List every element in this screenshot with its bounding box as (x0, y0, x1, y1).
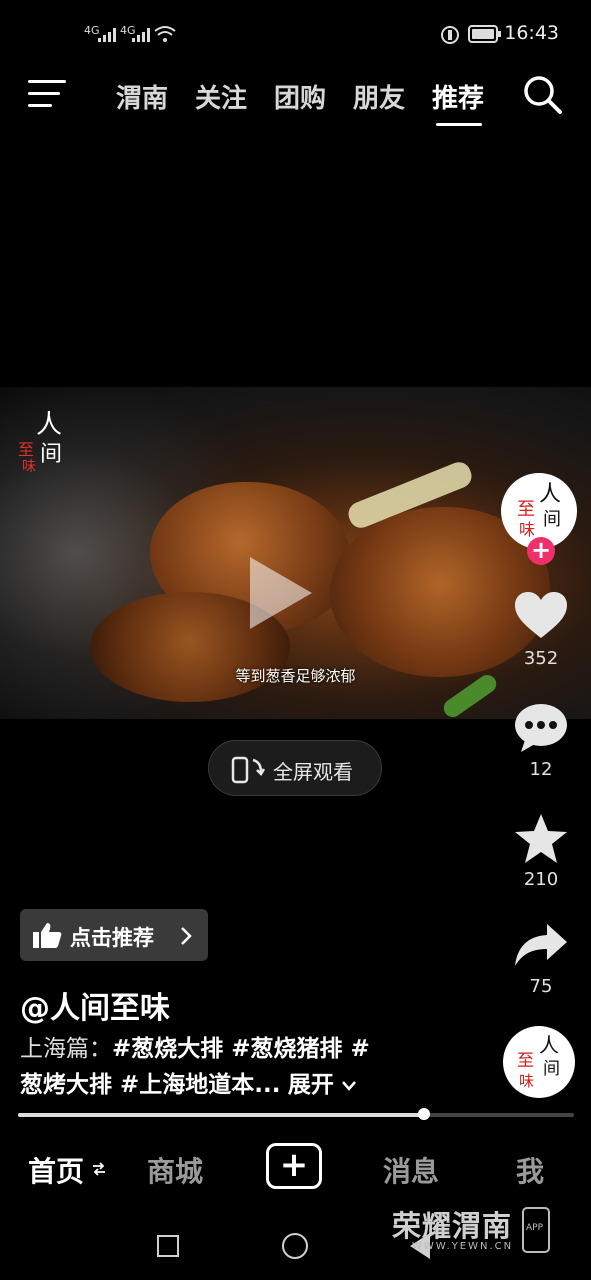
tab-recommend[interactable]: 推荐 (432, 78, 484, 115)
video-progress-handle[interactable] (418, 1108, 430, 1120)
app-label: APP (526, 1223, 544, 1233)
phone-app-icon: APP (522, 1207, 550, 1253)
battery-icon (468, 25, 501, 43)
svg-text:间: 间 (543, 1059, 560, 1079)
recent-apps-button[interactable] (157, 1235, 179, 1257)
home-button[interactable] (282, 1233, 308, 1259)
brand-url: WWW.YEWN.CN (412, 1241, 514, 1252)
follow-plus-button[interactable]: + (527, 537, 555, 565)
music-disc-avatar[interactable]: 人 间 至 味 (503, 1026, 575, 1098)
svg-text:人: 人 (36, 410, 62, 440)
author-name[interactable]: @人间至味 (20, 983, 170, 1027)
clock: 16:43 (504, 22, 559, 44)
svg-text:味: 味 (22, 459, 36, 473)
switch-feed-icon[interactable] (91, 1161, 107, 1177)
status-bar: 4G 4G 16:43 (0, 0, 591, 60)
description-line-1: 上海篇：#葱烧大排 #葱烧猪排 # (20, 1030, 460, 1068)
video-progress-bar[interactable] (18, 1108, 574, 1120)
recommend-button[interactable]: 点击推荐 (20, 909, 208, 961)
video-progress-fill (18, 1113, 424, 1117)
description-prefix: 上海篇： (20, 1036, 112, 1062)
hashtag-line-2[interactable]: 葱烤大排 #上海地道本... (20, 1072, 281, 1098)
signal-bars-2-icon (132, 28, 150, 42)
favorite-star-icon[interactable] (513, 812, 569, 870)
share-arrow-icon[interactable] (513, 922, 569, 972)
recommend-label: 点击推荐 (70, 926, 154, 950)
tab-follow[interactable]: 关注 (195, 78, 247, 115)
brand-watermark: 荣耀渭南 (392, 1209, 513, 1243)
thumbs-up-icon (33, 923, 62, 948)
svg-text:人: 人 (539, 482, 561, 507)
play-icon[interactable] (250, 557, 312, 629)
svg-text:间: 间 (40, 442, 62, 467)
comment-count: 12 (529, 759, 553, 780)
tab-me[interactable]: 我 (516, 1150, 544, 1190)
tab-friends[interactable]: 朋友 (353, 78, 405, 115)
tab-home[interactable]: 首页 (28, 1150, 84, 1190)
share-count: 75 (529, 976, 553, 997)
comment-icon[interactable] (513, 702, 569, 758)
menu-icon[interactable] (28, 80, 68, 112)
rotate-screen-icon (231, 756, 265, 784)
tab-weinan[interactable]: 渭南 (116, 78, 168, 115)
expand-button[interactable]: 展开 (288, 1072, 334, 1098)
chevron-down-icon (342, 1080, 357, 1091)
fullscreen-button[interactable]: 全屏观看 (208, 740, 382, 796)
svg-text:味: 味 (519, 1072, 534, 1090)
create-post-button[interactable]: + (266, 1143, 322, 1189)
favorite-count: 210 (523, 869, 559, 890)
tab-messages[interactable]: 消息 (383, 1150, 439, 1190)
tab-group-buy[interactable]: 团购 (274, 78, 326, 115)
svg-text:至: 至 (517, 499, 535, 520)
svg-text:间: 间 (543, 509, 561, 530)
fullscreen-label: 全屏观看 (273, 760, 353, 784)
chevron-right-icon (181, 927, 192, 945)
svg-text:人: 人 (539, 1033, 559, 1057)
active-tab-indicator (436, 123, 482, 126)
wifi-icon (154, 26, 176, 42)
add-plus-label: + (279, 1145, 309, 1185)
svg-text:至: 至 (517, 1051, 534, 1071)
nfc-icon (441, 26, 459, 44)
hashtag-line-1[interactable]: #葱烧大排 #葱烧猪排 # (112, 1036, 370, 1062)
like-heart-icon[interactable] (513, 590, 569, 646)
like-count: 352 (523, 648, 559, 669)
tab-mall[interactable]: 商城 (147, 1150, 203, 1190)
signal-bars-icon (98, 28, 116, 42)
description-line-2: 葱烤大排 #上海地道本... 展开 (20, 1066, 460, 1104)
search-icon[interactable] (522, 74, 564, 120)
video-player[interactable]: 人 间 至 味 等到葱香足够浓郁 (0, 387, 591, 719)
video-watermark-logo: 人 间 至 味 (14, 403, 64, 475)
svg-text:至: 至 (18, 440, 34, 459)
